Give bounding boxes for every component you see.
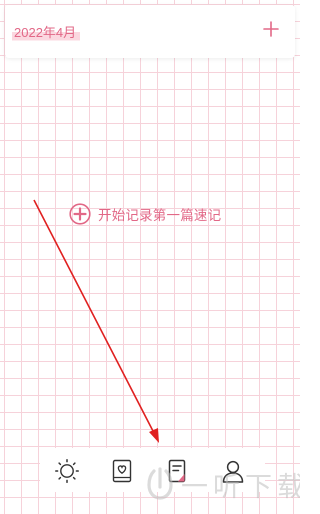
profile-icon [222,460,244,483]
sun-icon [55,459,79,483]
tab-discover[interactable] [54,458,80,484]
tab-diary[interactable] [109,458,135,484]
tab-quick-notes[interactable] [164,458,190,484]
plus-circle-icon [69,203,91,225]
annotation-arrow [33,199,159,443]
notebook-heart-icon [112,459,132,483]
bottom-tab-bar [0,445,300,514]
add-button[interactable] [263,21,279,37]
month-label[interactable]: 2022年4月 [12,22,81,44]
tab-profile[interactable] [220,458,246,484]
plus-icon [263,21,279,37]
tab-bar-inner [40,448,265,492]
app-screen: 2022年4月 开始记录第一篇速记 一听下载 [0,0,300,514]
header-card: 2022年4月 [5,5,295,58]
quick-note-icon [168,459,186,483]
start-first-note-label: 开始记录第一篇速记 [98,208,222,224]
start-first-note-button[interactable]: 开始记录第一篇速记 [69,202,221,226]
